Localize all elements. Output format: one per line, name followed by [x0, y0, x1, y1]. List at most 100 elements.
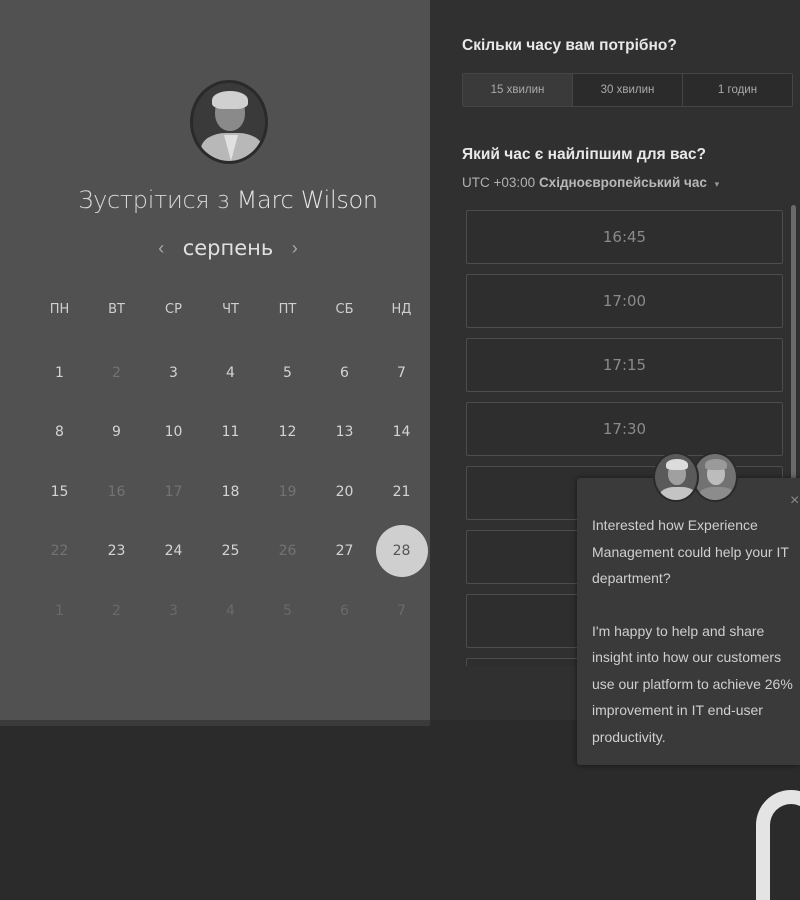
- calendar-day-number: 17: [164, 483, 183, 500]
- calendar-day-number: 16: [107, 483, 126, 500]
- calendar-day-number: 22: [50, 543, 69, 560]
- chat-launcher-inner: [774, 812, 800, 900]
- weekday-label: СБ: [335, 302, 354, 317]
- next-month-icon[interactable]: ›: [278, 238, 312, 259]
- calendar-day-selected[interactable]: 28: [373, 522, 430, 582]
- weekday-header: ПН ВТ СР ЧТ ПТ СБ НД: [31, 302, 431, 317]
- calendar-day-grid: 1 2 3 4 5 6 7 8 9 10 11 12 13 14 15 16 17 18 19 20 21 22 23 24 2…: [31, 343, 430, 641]
- calendar-day-number: 8: [55, 424, 64, 441]
- calendar-day-number: 11: [221, 424, 240, 441]
- timezone-name: Східноєвропейський час: [538, 175, 707, 190]
- chat-message-intro: Interested how Experience Management cou…: [592, 517, 789, 586]
- calendar-day-number: 1: [55, 364, 64, 381]
- calendar-day: 6: [316, 581, 373, 641]
- duration-selector: 15 хвилин 30 хвилин 1 годин: [462, 73, 793, 107]
- calendar-day[interactable]: 21: [373, 462, 430, 522]
- calendar-day-number: 14: [392, 424, 411, 441]
- time-slot[interactable]: 17:00: [466, 274, 783, 328]
- calendar-day[interactable]: 4: [202, 343, 259, 403]
- chat-message: Interested how Experience Management cou…: [592, 512, 797, 750]
- calendar-day-number: 25: [221, 543, 240, 560]
- calendar-day[interactable]: 12: [259, 403, 316, 463]
- calendar-day-number: 6: [340, 602, 349, 619]
- calendar-day[interactable]: 27: [316, 522, 373, 582]
- calendar-day[interactable]: 5: [259, 343, 316, 403]
- calendar-day: 22: [31, 522, 88, 582]
- calendar-day-number: 7: [397, 602, 406, 619]
- calendar-day-number: 2: [112, 602, 121, 619]
- calendar-day-number: 1: [55, 602, 64, 619]
- month-label: серпень: [182, 236, 274, 260]
- calendar-day-number: 21: [392, 483, 411, 500]
- weekday-label: ЧТ: [222, 302, 239, 317]
- calendar-day[interactable]: 7: [373, 343, 430, 403]
- host-avatar: [190, 80, 268, 164]
- calendar-day[interactable]: 3: [145, 343, 202, 403]
- time-slot[interactable]: 17:30: [466, 402, 783, 456]
- calendar-day-number: 10: [164, 424, 183, 441]
- calendar-day-number: 7: [397, 364, 406, 381]
- duration-option-15[interactable]: 15 хвилин: [463, 74, 573, 106]
- calendar-day-number: 24: [164, 543, 183, 560]
- calendar-day-number: 26: [278, 543, 297, 560]
- calendar-day[interactable]: 25: [202, 522, 259, 582]
- calendar-day: 26: [259, 522, 316, 582]
- chat-popup[interactable]: Interested how Experience Management cou…: [577, 478, 800, 765]
- calendar-day[interactable]: 13: [316, 403, 373, 463]
- calendar-panel: Зустрітися з Marc Wilson ‹ серпень › ПН …: [0, 0, 431, 726]
- time-slot[interactable]: 17:15: [466, 338, 783, 392]
- calendar-day[interactable]: 9: [88, 403, 145, 463]
- calendar-day: 3: [145, 581, 202, 641]
- calendar-day-number: 9: [112, 424, 121, 441]
- prev-month-icon[interactable]: ‹: [144, 238, 178, 259]
- calendar-day-number: 3: [169, 602, 178, 619]
- calendar-day-number: 5: [283, 602, 292, 619]
- calendar-day-number: 13: [335, 424, 354, 441]
- duration-option-30[interactable]: 30 хвилин: [573, 74, 683, 106]
- calendar-day-number: 3: [169, 364, 178, 381]
- weekday-label: ВТ: [108, 302, 125, 317]
- calendar-day: 19: [259, 462, 316, 522]
- calendar-day-number: 20: [335, 483, 354, 500]
- calendar-day[interactable]: 8: [31, 403, 88, 463]
- duration-question: Скільки часу вам потрібно?: [462, 37, 677, 54]
- host-name: Marc Wilson: [236, 186, 379, 214]
- weekday-label: ПН: [49, 302, 70, 317]
- calendar-day: 1: [31, 581, 88, 641]
- timezone-offset: UTC +03:00: [462, 175, 536, 190]
- calendar-day: 4: [202, 581, 259, 641]
- calendar-day[interactable]: 20: [316, 462, 373, 522]
- calendar-day-number: 4: [226, 602, 235, 619]
- calendar-day[interactable]: 10: [145, 403, 202, 463]
- calendar-day[interactable]: 14: [373, 403, 430, 463]
- calendar-day[interactable]: 6: [316, 343, 373, 403]
- calendar-day[interactable]: 24: [145, 522, 202, 582]
- calendar-day-number: 19: [278, 483, 297, 500]
- calendar-day-number: 28: [392, 543, 411, 560]
- calendar-day-number: 2: [112, 364, 121, 381]
- calendar-day[interactable]: 15: [31, 462, 88, 522]
- calendar-day: 7: [373, 581, 430, 641]
- calendar-day-number: 5: [283, 364, 292, 381]
- calendar-day[interactable]: 11: [202, 403, 259, 463]
- calendar-day-number: 23: [107, 543, 126, 560]
- chevron-down-icon: ▾: [714, 179, 720, 189]
- calendar-day: 5: [259, 581, 316, 641]
- close-icon[interactable]: ×: [790, 492, 799, 510]
- duration-option-60[interactable]: 1 годин: [683, 74, 792, 106]
- weekday-label: НД: [391, 302, 412, 317]
- weekday-label: ПТ: [278, 302, 297, 317]
- calendar-day[interactable]: 23: [88, 522, 145, 582]
- time-slot[interactable]: 16:45: [466, 210, 783, 264]
- calendar-day-number: 6: [340, 364, 349, 381]
- calendar-day: 17: [145, 462, 202, 522]
- calendar-day-number: 27: [335, 543, 354, 560]
- chat-message-offer: I'm happy to help and share insight into…: [592, 622, 793, 745]
- calendar-day[interactable]: 18: [202, 462, 259, 522]
- calendar-day-number: 4: [226, 364, 235, 381]
- calendar-day[interactable]: 1: [31, 343, 88, 403]
- timezone-selector[interactable]: UTC +03:00 Східноєвропейський час ▾: [462, 175, 719, 190]
- meeting-title: Зустрітися з Marc Wilson: [0, 186, 456, 214]
- month-navigation: ‹ серпень ›: [0, 236, 456, 260]
- time-question: Який час є найліпшим для вас?: [462, 146, 706, 163]
